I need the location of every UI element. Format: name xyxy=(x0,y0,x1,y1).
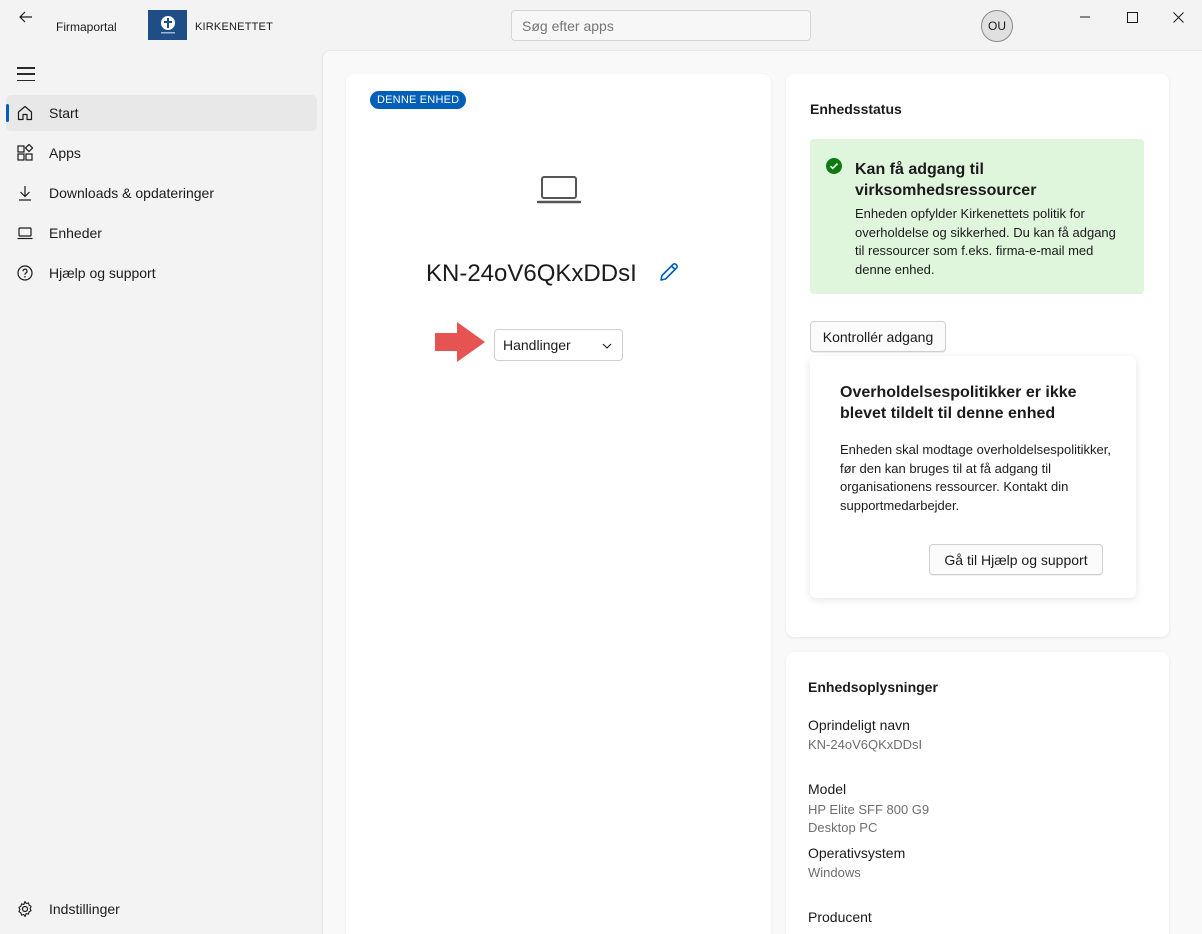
sidebar-item-downloads[interactable]: Downloads & opdateringer xyxy=(6,175,317,211)
help-icon xyxy=(17,265,33,281)
sidebar-item-label: Downloads & opdateringer xyxy=(49,185,214,201)
sidebar-item-help[interactable]: Hjælp og support xyxy=(6,255,317,291)
os-value: Windows xyxy=(808,865,861,880)
sidebar-item-apps[interactable]: Apps xyxy=(6,135,317,171)
hamburger-line xyxy=(17,79,35,81)
sidebar-item-label: Enheder xyxy=(49,225,102,241)
sidebar-item-label: Hjælp og support xyxy=(49,265,156,281)
back-arrow-icon xyxy=(19,11,32,23)
model-value: HP Elite SFF 800 G9 xyxy=(808,802,930,817)
original-name-value: KN-24oV6QKxDDsI xyxy=(808,737,923,752)
compliance-status-banner: Kan få adgang til virksomhedsressourcer … xyxy=(810,139,1144,294)
policy-heading: Overholdelsespolitikker er ikke blevet t… xyxy=(840,384,1077,422)
apps-grid-icon xyxy=(17,144,34,161)
policy-description: Enheden skal modtage overholdelsespoliti… xyxy=(840,442,1112,513)
compliance-heading: Kan få adgang til virksomhedsressourcer xyxy=(855,161,1037,199)
active-indicator xyxy=(6,104,9,122)
edit-pencil-icon[interactable] xyxy=(657,260,681,284)
device-info-card: Enhedsoplysninger Oprindeligt navn KN-24… xyxy=(786,652,1169,934)
compliance-description: Enheden opfylder Kirkenettets politik fo… xyxy=(855,206,1116,277)
info-title: Enhedsoplysninger xyxy=(808,679,938,695)
red-arrow-pointer xyxy=(435,322,485,362)
sidebar-item-label: Apps xyxy=(49,145,81,161)
sidebar-item-settings[interactable]: Indstillinger xyxy=(6,891,317,927)
manufacturer-label: Producent xyxy=(808,909,872,925)
download-icon xyxy=(19,186,31,201)
model-label: Model xyxy=(808,781,847,797)
minimize-button[interactable] xyxy=(1063,4,1107,30)
laptop-icon xyxy=(537,176,581,204)
cross-logo-icon xyxy=(160,16,175,34)
minimize-icon xyxy=(1080,16,1090,18)
sidebar: Start Apps Downloads & opdateringer Enhe… xyxy=(0,50,322,934)
chevron-down-icon xyxy=(602,343,612,349)
back-button[interactable] xyxy=(12,6,40,28)
menu-toggle-button[interactable] xyxy=(14,65,38,83)
device-name: KN-24oV6QKxDDsI xyxy=(426,260,637,287)
hamburger-line xyxy=(17,73,35,75)
maximize-button[interactable] xyxy=(1110,4,1154,30)
gear-icon xyxy=(18,900,32,918)
search-input[interactable] xyxy=(511,10,811,41)
close-icon xyxy=(1172,11,1184,23)
close-button[interactable] xyxy=(1156,4,1200,30)
app-name: Firmaportal xyxy=(56,20,117,34)
sidebar-item-label: Indstillinger xyxy=(49,901,120,917)
status-title: Enhedsstatus xyxy=(810,101,902,117)
os-label: Operativsystem xyxy=(808,845,906,861)
this-device-badge: DENNE ENHED xyxy=(370,91,467,109)
original-name-label: Oprindeligt navn xyxy=(808,717,910,733)
laptop-icon xyxy=(17,227,33,240)
device-status-card: Enhedsstatus Kan få adgang til virksomhe… xyxy=(786,74,1169,637)
title-bar: Firmaportal KIRKENETTET OU xyxy=(0,0,1202,50)
sidebar-item-label: Start xyxy=(49,105,79,121)
org-name: KIRKENETTET xyxy=(195,21,273,33)
sidebar-item-devices[interactable]: Enheder xyxy=(6,215,317,251)
home-icon xyxy=(17,105,33,121)
maximize-icon xyxy=(1126,11,1138,23)
sidebar-item-start[interactable]: Start xyxy=(6,95,317,131)
policy-notice-card: Overholdelsespolitikker er ikke blevet t… xyxy=(810,356,1136,598)
device-card: DENNE ENHED KN-24oV6QKxDDsI Handlinger xyxy=(346,74,771,934)
go-to-help-button[interactable]: Gå til Hjælp og support xyxy=(929,544,1103,575)
check-circle-icon xyxy=(826,158,842,174)
org-logo xyxy=(148,10,187,40)
check-access-button[interactable]: Kontrollér adgang xyxy=(810,321,946,352)
actions-dropdown-label: Handlinger xyxy=(503,337,571,353)
hamburger-line xyxy=(17,67,35,69)
model-type-value: Desktop PC xyxy=(808,820,878,835)
actions-dropdown[interactable]: Handlinger xyxy=(494,329,623,361)
avatar[interactable]: OU xyxy=(981,10,1013,42)
